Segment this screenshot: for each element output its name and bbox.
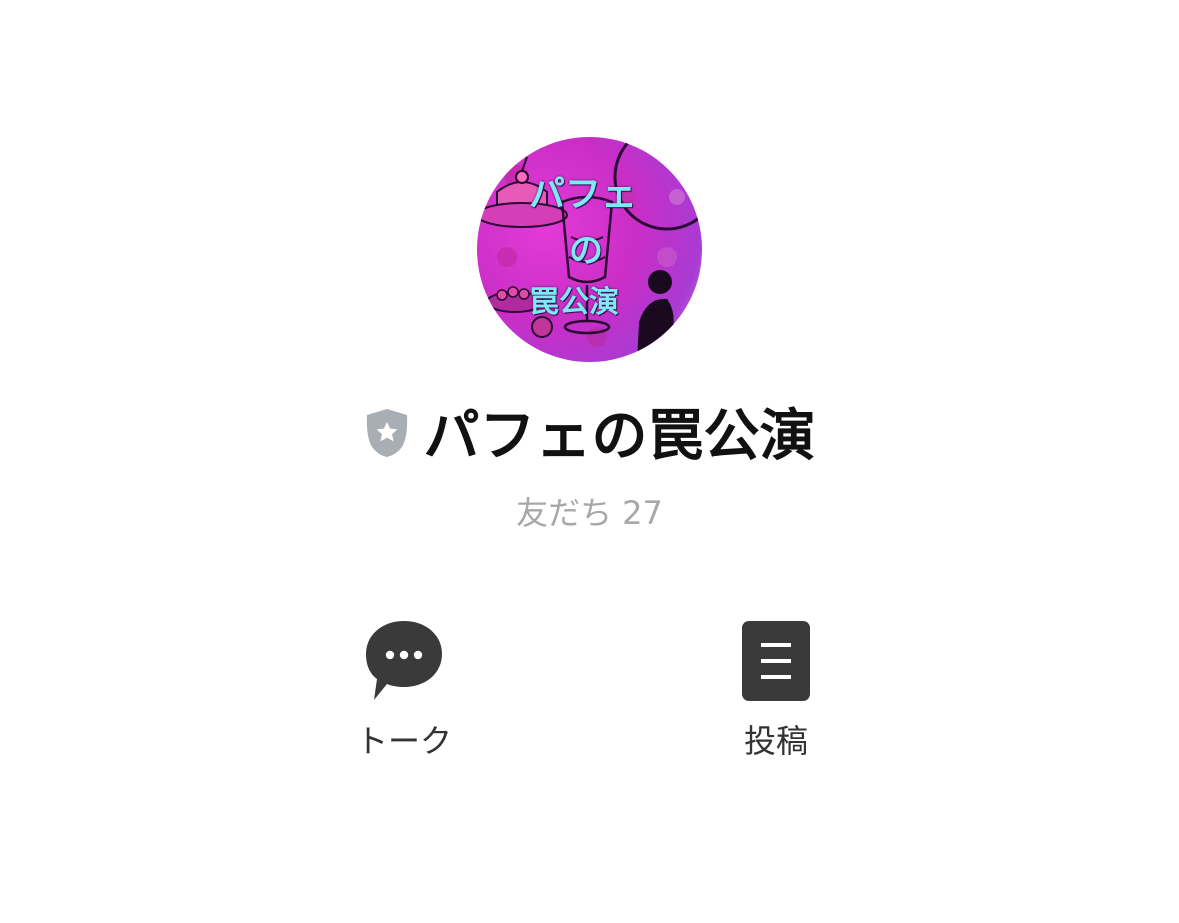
profile-title-row: パフェの罠公演 [0, 396, 1179, 469]
post-button[interactable]: 投稿 [696, 618, 856, 760]
talk-label: トーク [355, 722, 452, 760]
post-label: 投稿 [743, 722, 808, 760]
post-icon-wrapper [734, 618, 818, 704]
document-icon [742, 621, 810, 701]
avatar-text-line2: の [569, 231, 603, 271]
chat-bubble-icon [366, 621, 442, 700]
profile-avatar[interactable]: パフェ の 罠公演 [477, 137, 702, 362]
avatar-text-line1: パフェ [529, 174, 638, 215]
avatar-text-line3: 罠公演 [529, 285, 619, 320]
friends-count-row: 友だち 27 [0, 488, 1179, 534]
talk-button[interactable]: トーク [324, 618, 484, 760]
friends-count: 27 [622, 494, 663, 532]
shield-star-icon[interactable] [364, 407, 410, 459]
friends-label: 友だち [516, 494, 613, 532]
profile-name: パフェの罠公演 [423, 403, 816, 469]
profile-page: パフェ の 罠公演 パフェの罠公演 友だち 27 トーク 投稿 [0, 0, 1179, 923]
talk-icon-wrapper [362, 618, 446, 704]
